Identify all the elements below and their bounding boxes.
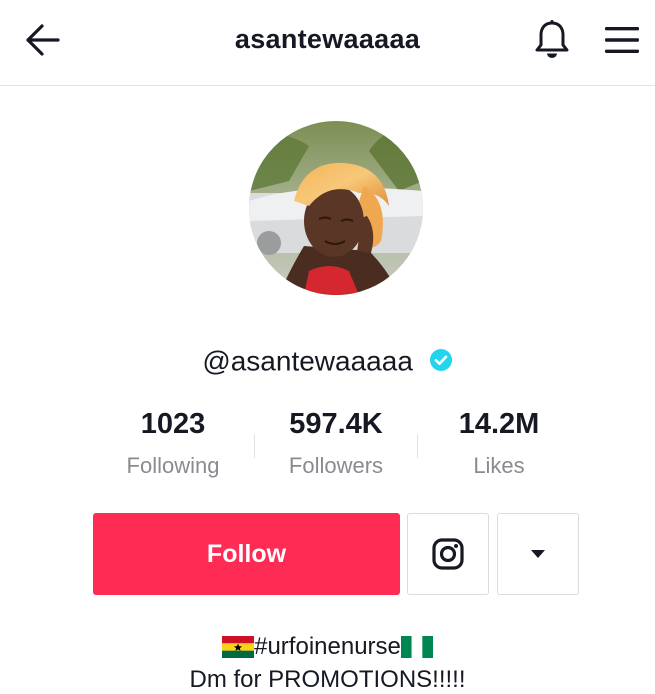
bio-hashtag[interactable]: #urfoinenurse	[254, 633, 401, 661]
likes-stat: 14.2M Likes	[414, 408, 584, 479]
bell-icon	[535, 20, 569, 58]
username: @asantewaaaaa	[202, 345, 413, 377]
bio-line-2: Dm for PROMOTIONS!!!!!	[189, 666, 466, 693]
notifications-button[interactable]	[532, 18, 572, 62]
avatar[interactable]	[249, 121, 423, 295]
followers-label: Followers	[288, 453, 384, 478]
profile-photo	[249, 121, 423, 295]
username-row: @asantewaaaaa	[0, 344, 655, 378]
ghana-flag	[222, 636, 255, 658]
caret-down-icon	[531, 550, 545, 558]
followers-stat[interactable]: 597.4K Followers	[251, 408, 421, 479]
bio-line-1: #urfoinenurse	[0, 633, 655, 661]
hamburger-menu-icon	[605, 27, 639, 53]
following-count: 1023	[140, 408, 206, 440]
following-label: Following	[126, 453, 220, 478]
top-nav-bar: asantewaaaaa	[0, 0, 655, 86]
likes-label: Likes	[473, 453, 525, 478]
likes-count: 14.2M	[458, 408, 540, 440]
following-stat[interactable]: 1023 Following	[88, 408, 258, 479]
instagram-icon	[432, 538, 464, 570]
verified-check-icon	[429, 348, 452, 371]
suggested-accounts-dropdown-button[interactable]	[497, 513, 579, 595]
nigeria-flag	[400, 636, 433, 658]
follow-button[interactable]: Follow	[93, 513, 400, 595]
instagram-button[interactable]	[407, 513, 489, 595]
more-menu-button[interactable]	[602, 24, 642, 56]
followers-count: 597.4K	[289, 408, 383, 440]
